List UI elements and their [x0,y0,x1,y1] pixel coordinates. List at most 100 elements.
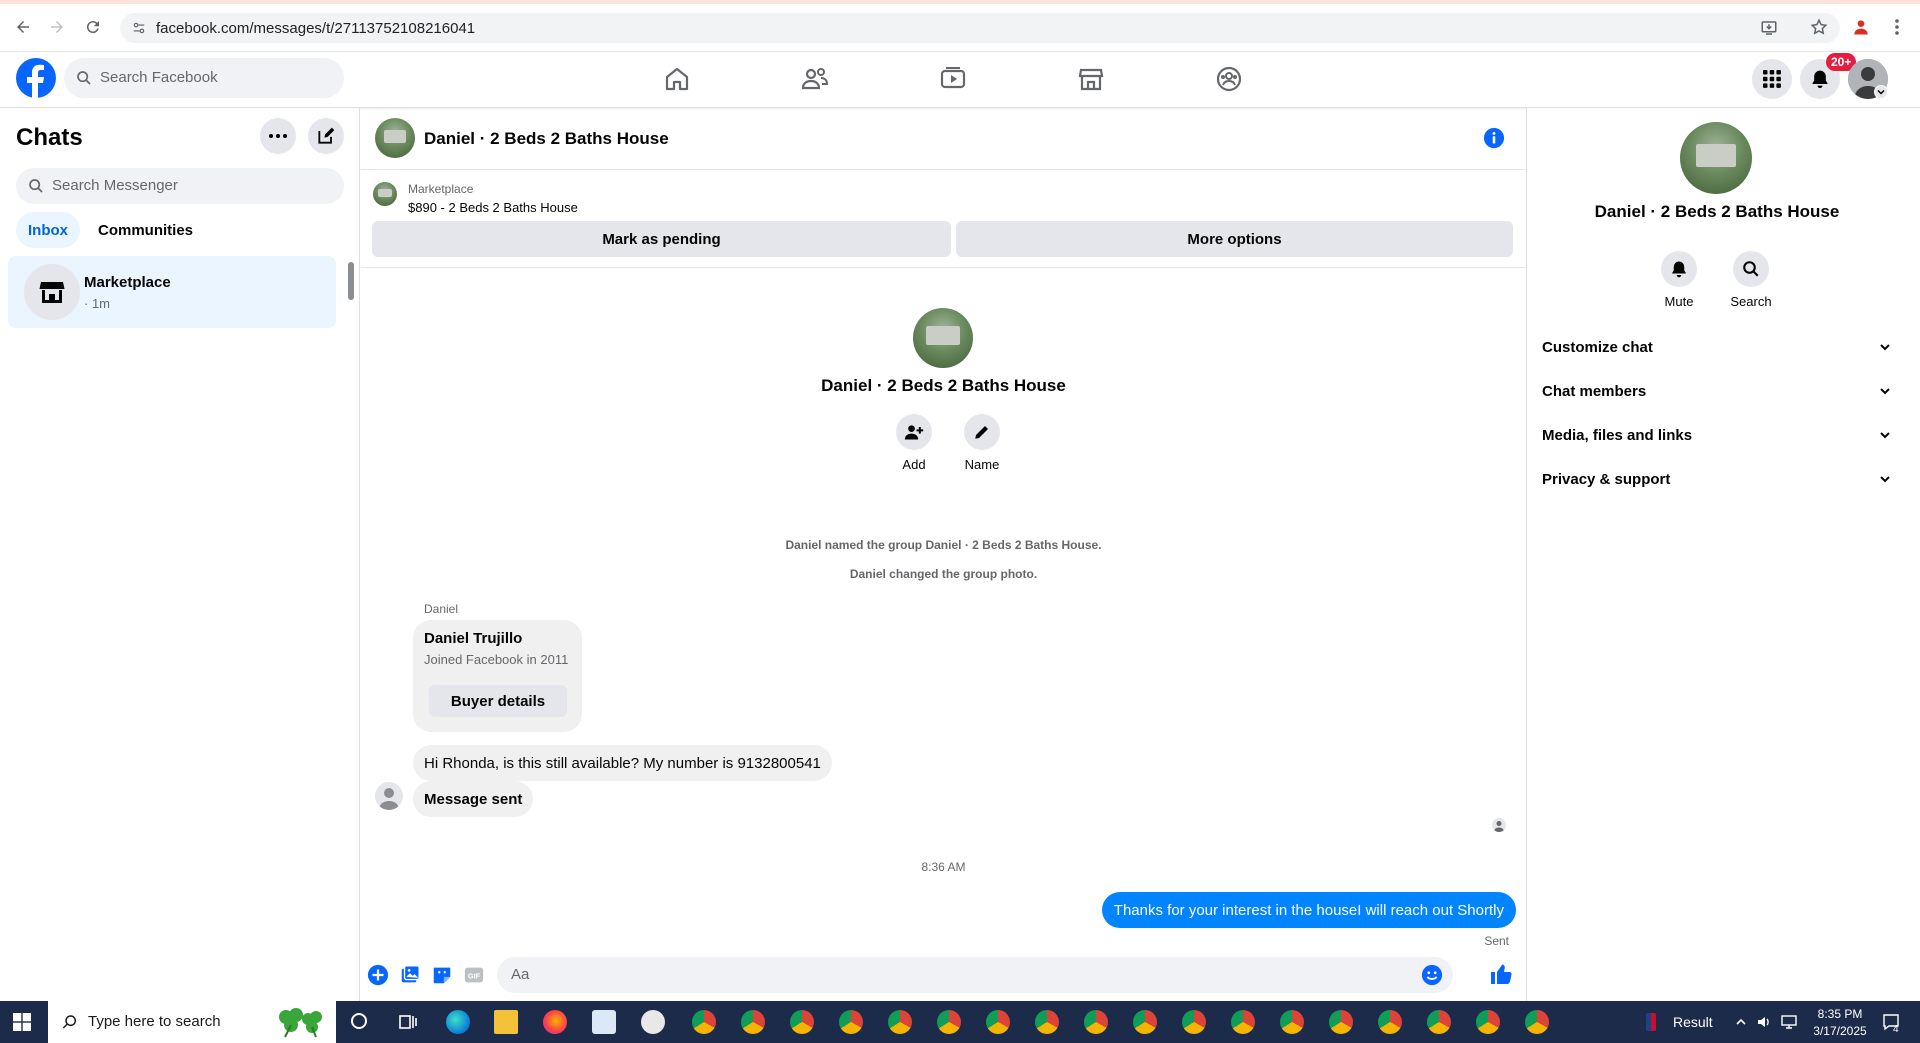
chrome-icon[interactable] [839,1010,863,1034]
chrome-icon[interactable] [1329,1010,1353,1034]
buyer-card: Daniel Trujillo Joined Facebook in 2011 … [413,620,582,732]
chrome-icon[interactable] [1427,1010,1451,1034]
new-message-icon[interactable] [308,118,344,154]
marketplace-store-icon [24,264,80,320]
account-chevron-icon[interactable] [1874,85,1888,99]
buyer-details-button[interactable]: Buyer details [429,685,567,717]
edge-icon[interactable] [446,1010,470,1034]
volume-icon[interactable] [1756,1014,1772,1030]
browser-menu-icon[interactable] [1884,14,1910,40]
gif-icon[interactable]: GIF [463,964,485,986]
taskbar-chrome-windows[interactable] [690,1001,1600,1043]
chrome-icon[interactable] [937,1010,961,1034]
more-options-button[interactable]: More options [956,221,1513,257]
home-icon[interactable] [662,64,692,94]
accordion-media-files-links[interactable]: Media, files and links [1542,415,1892,455]
tab-inbox[interactable]: Inbox [16,212,80,248]
conversation-title[interactable]: Daniel · 2 Beds 2 Baths House [424,129,669,149]
message-status: Sent [1484,934,1509,948]
chrome-icon[interactable] [1378,1010,1402,1034]
back-icon[interactable] [10,14,36,40]
chrome-icon[interactable] [741,1010,765,1034]
chrome-icon[interactable] [692,1010,716,1034]
chevron-down-icon [1878,472,1892,486]
network-icon[interactable] [1780,1014,1798,1030]
chevron-up-icon[interactable] [1734,1015,1748,1029]
facebook-logo-icon[interactable] [16,58,56,98]
tab-communities[interactable]: Communities [86,212,205,248]
more-options-icon[interactable] [260,118,296,154]
facebook-search-input[interactable]: Search Facebook [64,58,344,98]
taskbar-search-input[interactable]: Type here to search [48,1001,336,1043]
chevron-down-icon [1878,340,1892,354]
search-in-chat-button[interactable]: Search [1726,251,1776,309]
chrome-icon[interactable] [1133,1010,1157,1034]
site-info-icon[interactable] [132,21,146,35]
forward-icon[interactable] [44,14,70,40]
chrome-icon[interactable] [1280,1010,1304,1034]
accordion-chat-members[interactable]: Chat members [1542,371,1892,411]
group-photo[interactable] [913,308,973,368]
install-app-icon[interactable] [1760,19,1778,37]
incoming-message-text: Hi Rhonda, is this still available? My n… [424,754,821,772]
info-group-photo[interactable] [1680,122,1752,194]
chrome-icon[interactable] [888,1010,912,1034]
mark-as-pending-button[interactable]: Mark as pending [372,221,951,257]
chrome-icon[interactable] [986,1010,1010,1034]
info-icon[interactable] [1483,127,1505,149]
chats-sidebar: Chats Search Messenger Inbox Communities… [0,108,360,1001]
chrome-icon[interactable] [1035,1010,1059,1034]
search-icon [62,1014,78,1030]
menu-grid-icon[interactable] [1752,59,1792,99]
chat-info-panel: Daniel · 2 Beds 2 Baths House Mute Searc… [1527,108,1920,1001]
svg-text:GIF: GIF [468,972,481,981]
reload-icon[interactable] [80,14,106,40]
accordion-privacy-support[interactable]: Privacy & support [1542,459,1892,499]
groups-icon[interactable] [1214,64,1244,94]
chrome-icon[interactable] [1525,1010,1549,1034]
accordion-customize-chat[interactable]: Customize chat [1542,327,1892,367]
file-explorer-icon[interactable] [494,1010,518,1034]
messenger-search-input[interactable]: Search Messenger [16,168,344,204]
listing-thumbnail[interactable] [373,182,397,206]
listing-title[interactable]: $890 - 2 Beds 2 Baths House [408,200,578,215]
bookmark-star-icon[interactable] [1810,18,1828,36]
chat-list-scrollbar[interactable] [348,262,354,300]
buyer-joined: Joined Facebook in 2011 [424,652,569,667]
nba-icon[interactable] [1646,1013,1656,1031]
sender-avatar[interactable] [375,782,403,810]
cortana-icon[interactable] [351,1013,367,1029]
emoji-icon[interactable] [1421,964,1443,986]
result-widget[interactable]: Result [1673,1014,1713,1030]
chrome-icon[interactable] [1231,1010,1255,1034]
windows-start-icon[interactable] [13,1013,31,1031]
attach-photo-icon[interactable] [399,964,421,986]
notepad-app-icon[interactable] [592,1010,616,1034]
watch-icon[interactable] [938,64,968,94]
like-thumb-icon[interactable] [1489,962,1513,986]
taskbar-date[interactable]: 3/17/2025 [1804,1024,1876,1038]
task-view-icon[interactable] [398,1012,418,1032]
chats-title: Chats [16,124,83,151]
profile-icon[interactable] [1848,14,1874,40]
edit-name-button[interactable]: Name [957,414,1007,472]
message-input[interactable]: Aa [497,957,1453,993]
more-actions-plus-icon[interactable] [367,964,389,986]
friends-icon[interactable] [800,64,830,94]
action-center-count: 4 [1893,1024,1899,1035]
chrome-icon[interactable] [1476,1010,1500,1034]
mute-button[interactable]: Mute [1654,251,1704,309]
search-label: Search [1730,294,1772,309]
app-icon[interactable] [641,1010,665,1034]
marketplace-icon[interactable] [1076,64,1106,94]
chrome-icon[interactable] [790,1010,814,1034]
add-people-button[interactable]: Add [889,414,939,472]
address-bar[interactable]: facebook.com/messages/t/2711375210821604… [120,13,1840,43]
group-avatar[interactable] [375,118,415,158]
chat-list-item[interactable]: Marketplace · 1m [8,256,336,328]
firefox-icon[interactable] [543,1010,567,1034]
sticker-icon[interactable] [431,964,453,986]
chrome-icon[interactable] [1084,1010,1108,1034]
taskbar-time[interactable]: 8:35 PM [1804,1007,1876,1021]
chrome-icon[interactable] [1182,1010,1206,1034]
